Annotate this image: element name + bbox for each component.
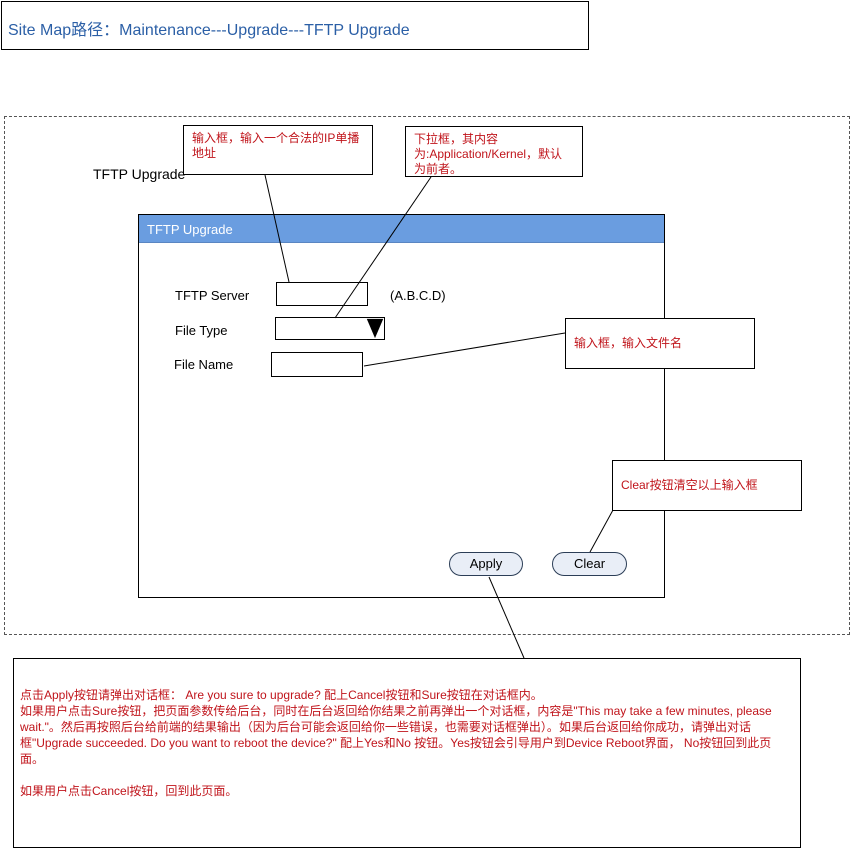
note-cancel: 如果用户点击Cancel按钮，回到此页面。 xyxy=(20,784,238,798)
clear-button[interactable]: Clear xyxy=(552,552,627,576)
callout-file-type: 下拉框，其内容为:Application/Kernel，默认为前者。 xyxy=(405,126,583,177)
tftp-upgrade-panel: TFTP Upgrade xyxy=(138,214,665,598)
file-type-label: File Type xyxy=(175,323,228,338)
callout-file-name: 输入框，输入文件名 xyxy=(565,318,755,369)
panel-header-title: TFTP Upgrade xyxy=(147,222,233,237)
note-apply: 点击Apply按钮请弹出对话框： Are you sure to upgrade… xyxy=(20,688,543,702)
tftp-server-label: TFTP Server xyxy=(175,288,250,303)
panel-header: TFTP Upgrade xyxy=(139,215,664,243)
file-name-input[interactable] xyxy=(271,352,363,377)
notes-box: 点击Apply按钮请弹出对话框： Are you sure to upgrade… xyxy=(13,658,801,848)
tftp-server-input[interactable] xyxy=(276,282,368,306)
chevron-down-icon xyxy=(366,318,384,339)
tftp-server-hint: (A.B.C.D) xyxy=(390,288,446,303)
sitemap-path: Site Map路径：Maintenance---Upgrade---TFTP … xyxy=(8,22,410,39)
sitemap-box: Site Map路径：Maintenance---Upgrade---TFTP … xyxy=(1,1,589,50)
file-name-label: File Name xyxy=(174,357,234,372)
callout-ip-input: 输入框，输入一个合法的IP单播地址 xyxy=(183,125,373,175)
note-sure: 如果用户点击Sure按钮，把页面参数传给后台，同时在后台返回给你结果之前再弹出一… xyxy=(20,704,772,766)
page-title: TFTP Upgrade xyxy=(93,166,186,182)
apply-button[interactable]: Apply xyxy=(449,552,523,576)
callout-clear: Clear按钮清空以上输入框 xyxy=(612,460,802,511)
file-type-select[interactable] xyxy=(275,317,385,340)
